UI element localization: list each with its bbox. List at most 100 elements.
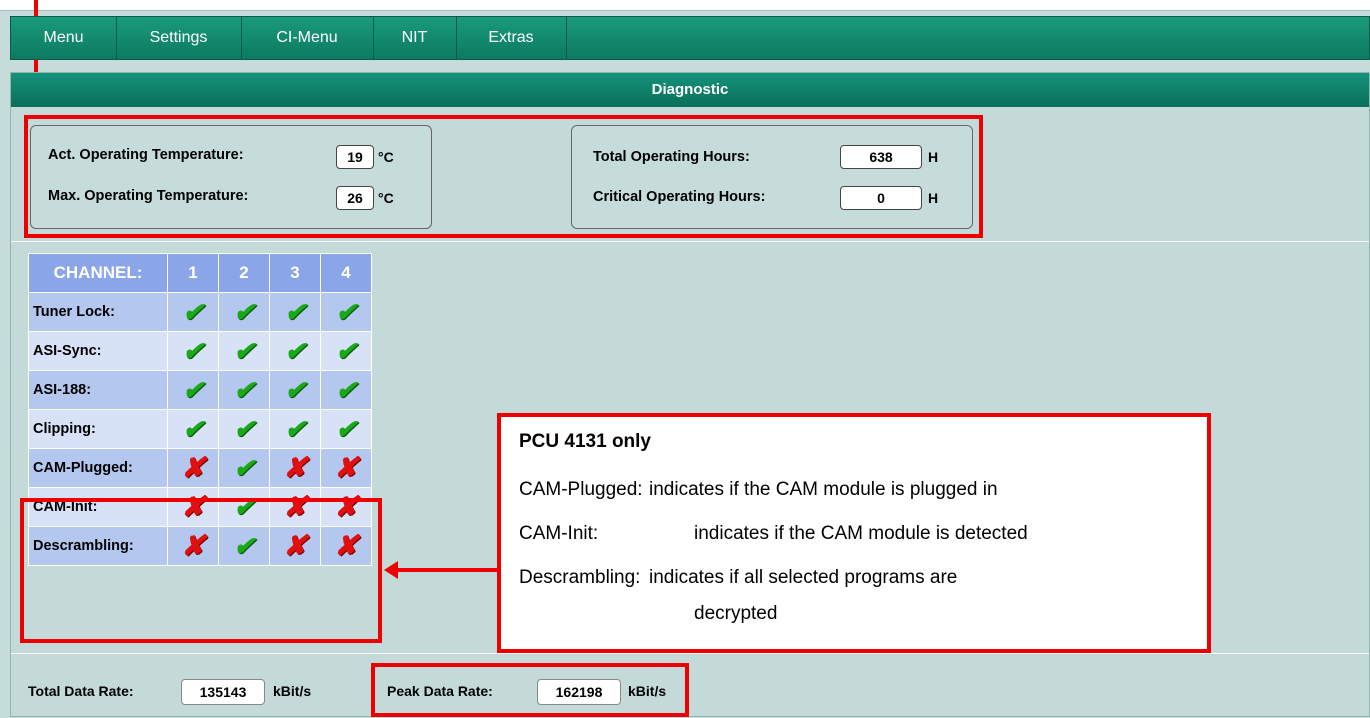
cross-icon: ✘ bbox=[283, 452, 307, 483]
status-cell: ✔ bbox=[167, 331, 219, 371]
divider bbox=[11, 653, 1369, 654]
status-cell: ✔ bbox=[320, 370, 372, 410]
callout-arrow-head bbox=[384, 561, 398, 579]
status-cell: ✔ bbox=[218, 487, 270, 527]
top-menu-bar: Menu Settings CI-Menu NIT Extras bbox=[10, 16, 1370, 60]
status-cell: ✔ bbox=[218, 331, 270, 371]
status-cell: ✔ bbox=[167, 409, 219, 449]
temperature-box bbox=[30, 125, 432, 229]
cross-icon: ✘ bbox=[283, 530, 307, 561]
cross-icon: ✘ bbox=[181, 452, 205, 483]
peak-data-rate-label: Peak Data Rate: bbox=[387, 683, 493, 699]
row-label: Descrambling: bbox=[28, 526, 168, 566]
status-cell: ✔ bbox=[218, 370, 270, 410]
status-cell: ✘ bbox=[320, 526, 372, 566]
status-cell: ✘ bbox=[320, 487, 372, 527]
check-icon: ✔ bbox=[335, 414, 357, 444]
note-term: CAM-Plugged: bbox=[519, 479, 643, 500]
table-header-row: CHANNEL: 1 2 3 4 bbox=[28, 253, 372, 293]
extras-tab[interactable]: Extras bbox=[456, 17, 567, 59]
check-icon: ✔ bbox=[233, 531, 255, 561]
status-cell: ✔ bbox=[269, 331, 321, 371]
status-cell: ✔ bbox=[218, 526, 270, 566]
check-icon: ✔ bbox=[233, 453, 255, 483]
row-label: CAM-Init: bbox=[28, 487, 168, 527]
peak-data-rate-field: 162198 bbox=[537, 679, 621, 705]
status-cell: ✘ bbox=[269, 526, 321, 566]
channel-number: 4 bbox=[320, 253, 372, 293]
status-cell: ✔ bbox=[269, 292, 321, 332]
divider bbox=[11, 241, 1369, 242]
max-temp-unit: °C bbox=[378, 190, 394, 206]
status-cell: ✔ bbox=[167, 370, 219, 410]
act-temp-unit: °C bbox=[378, 149, 394, 165]
peak-data-rate-unit: kBit/s bbox=[628, 683, 667, 699]
status-cell: ✔ bbox=[218, 292, 270, 332]
check-icon: ✔ bbox=[182, 375, 204, 405]
note-term: Descrambling: bbox=[519, 567, 641, 588]
check-icon: ✔ bbox=[233, 375, 255, 405]
critical-hours-field: 0 bbox=[840, 186, 922, 210]
row-label: Clipping: bbox=[28, 409, 168, 449]
status-cell: ✔ bbox=[269, 409, 321, 449]
cross-icon: ✘ bbox=[283, 491, 307, 522]
status-cell: ✘ bbox=[269, 448, 321, 488]
critical-hours-unit: H bbox=[928, 190, 939, 206]
total-hours-label: Total Operating Hours: bbox=[593, 149, 750, 165]
table-row: Clipping: ✔ ✔ ✔ ✔ bbox=[28, 409, 372, 449]
table-row: CAM-Plugged: ✘ ✔ ✘ ✘ bbox=[28, 448, 372, 488]
total-data-rate-unit: kBit/s bbox=[273, 683, 312, 699]
callout-arrow-line bbox=[396, 568, 499, 572]
status-cell: ✘ bbox=[167, 487, 219, 527]
diagnostic-title: Diagnostic bbox=[11, 73, 1369, 107]
table-row: CAM-Init: ✘ ✔ ✘ ✘ bbox=[28, 487, 372, 527]
row-label: Tuner Lock: bbox=[28, 292, 168, 332]
check-icon: ✔ bbox=[335, 375, 357, 405]
table-row: Tuner Lock: ✔ ✔ ✔ ✔ bbox=[28, 292, 372, 332]
check-icon: ✔ bbox=[284, 414, 306, 444]
critical-hours-label: Critical Operating Hours: bbox=[593, 189, 766, 205]
operating-hours-box bbox=[571, 125, 973, 229]
status-cell: ✔ bbox=[320, 292, 372, 332]
total-data-rate-field: 135143 bbox=[181, 679, 265, 705]
channel-number: 3 bbox=[269, 253, 321, 293]
settings-tab[interactable]: Settings bbox=[116, 17, 242, 59]
check-icon: ✔ bbox=[233, 336, 255, 366]
cross-icon: ✘ bbox=[334, 491, 358, 522]
check-icon: ✔ bbox=[284, 375, 306, 405]
max-temp-field: 26 bbox=[336, 186, 374, 210]
row-label: CAM-Plugged: bbox=[28, 448, 168, 488]
note-desc: indicates if all selected programs are bbox=[649, 567, 958, 588]
total-hours-field: 638 bbox=[840, 145, 922, 169]
ci-menu-tab[interactable]: CI-Menu bbox=[241, 17, 374, 59]
row-label: ASI-188: bbox=[28, 370, 168, 410]
table-row: ASI-Sync: ✔ ✔ ✔ ✔ bbox=[28, 331, 372, 371]
note-term: CAM-Init: bbox=[519, 523, 599, 544]
channel-number: 2 bbox=[218, 253, 270, 293]
max-temp-label: Max. Operating Temperature: bbox=[48, 188, 249, 204]
check-icon: ✔ bbox=[284, 336, 306, 366]
channel-number: 1 bbox=[167, 253, 219, 293]
row-label: ASI-Sync: bbox=[28, 331, 168, 371]
status-cell: ✔ bbox=[320, 409, 372, 449]
check-icon: ✔ bbox=[284, 297, 306, 327]
check-icon: ✔ bbox=[182, 414, 204, 444]
pcu-4131-note: PCU 4131 only CAM-Plugged: indicates if … bbox=[497, 413, 1211, 653]
status-cell: ✘ bbox=[167, 526, 219, 566]
channel-status-table: CHANNEL: 1 2 3 4 Tuner Lock: ✔ ✔ ✔ ✔ ASI-Sync… bbox=[28, 253, 372, 566]
check-icon: ✔ bbox=[335, 336, 357, 366]
note-desc-continued: decrypted bbox=[694, 603, 778, 624]
status-cell: ✘ bbox=[269, 487, 321, 527]
status-cell: ✘ bbox=[320, 448, 372, 488]
check-icon: ✔ bbox=[335, 297, 357, 327]
act-temp-label: Act. Operating Temperature: bbox=[48, 147, 244, 163]
note-desc: indicates if the CAM module is plugged i… bbox=[649, 479, 998, 500]
status-cell: ✔ bbox=[269, 370, 321, 410]
menu-tab[interactable]: Menu bbox=[11, 17, 117, 59]
status-cell: ✘ bbox=[167, 448, 219, 488]
status-cell: ✔ bbox=[218, 448, 270, 488]
table-row: Descrambling: ✘ ✔ ✘ ✘ bbox=[28, 526, 372, 566]
check-icon: ✔ bbox=[233, 297, 255, 327]
check-icon: ✔ bbox=[233, 492, 255, 522]
nit-tab[interactable]: NIT bbox=[373, 17, 457, 59]
